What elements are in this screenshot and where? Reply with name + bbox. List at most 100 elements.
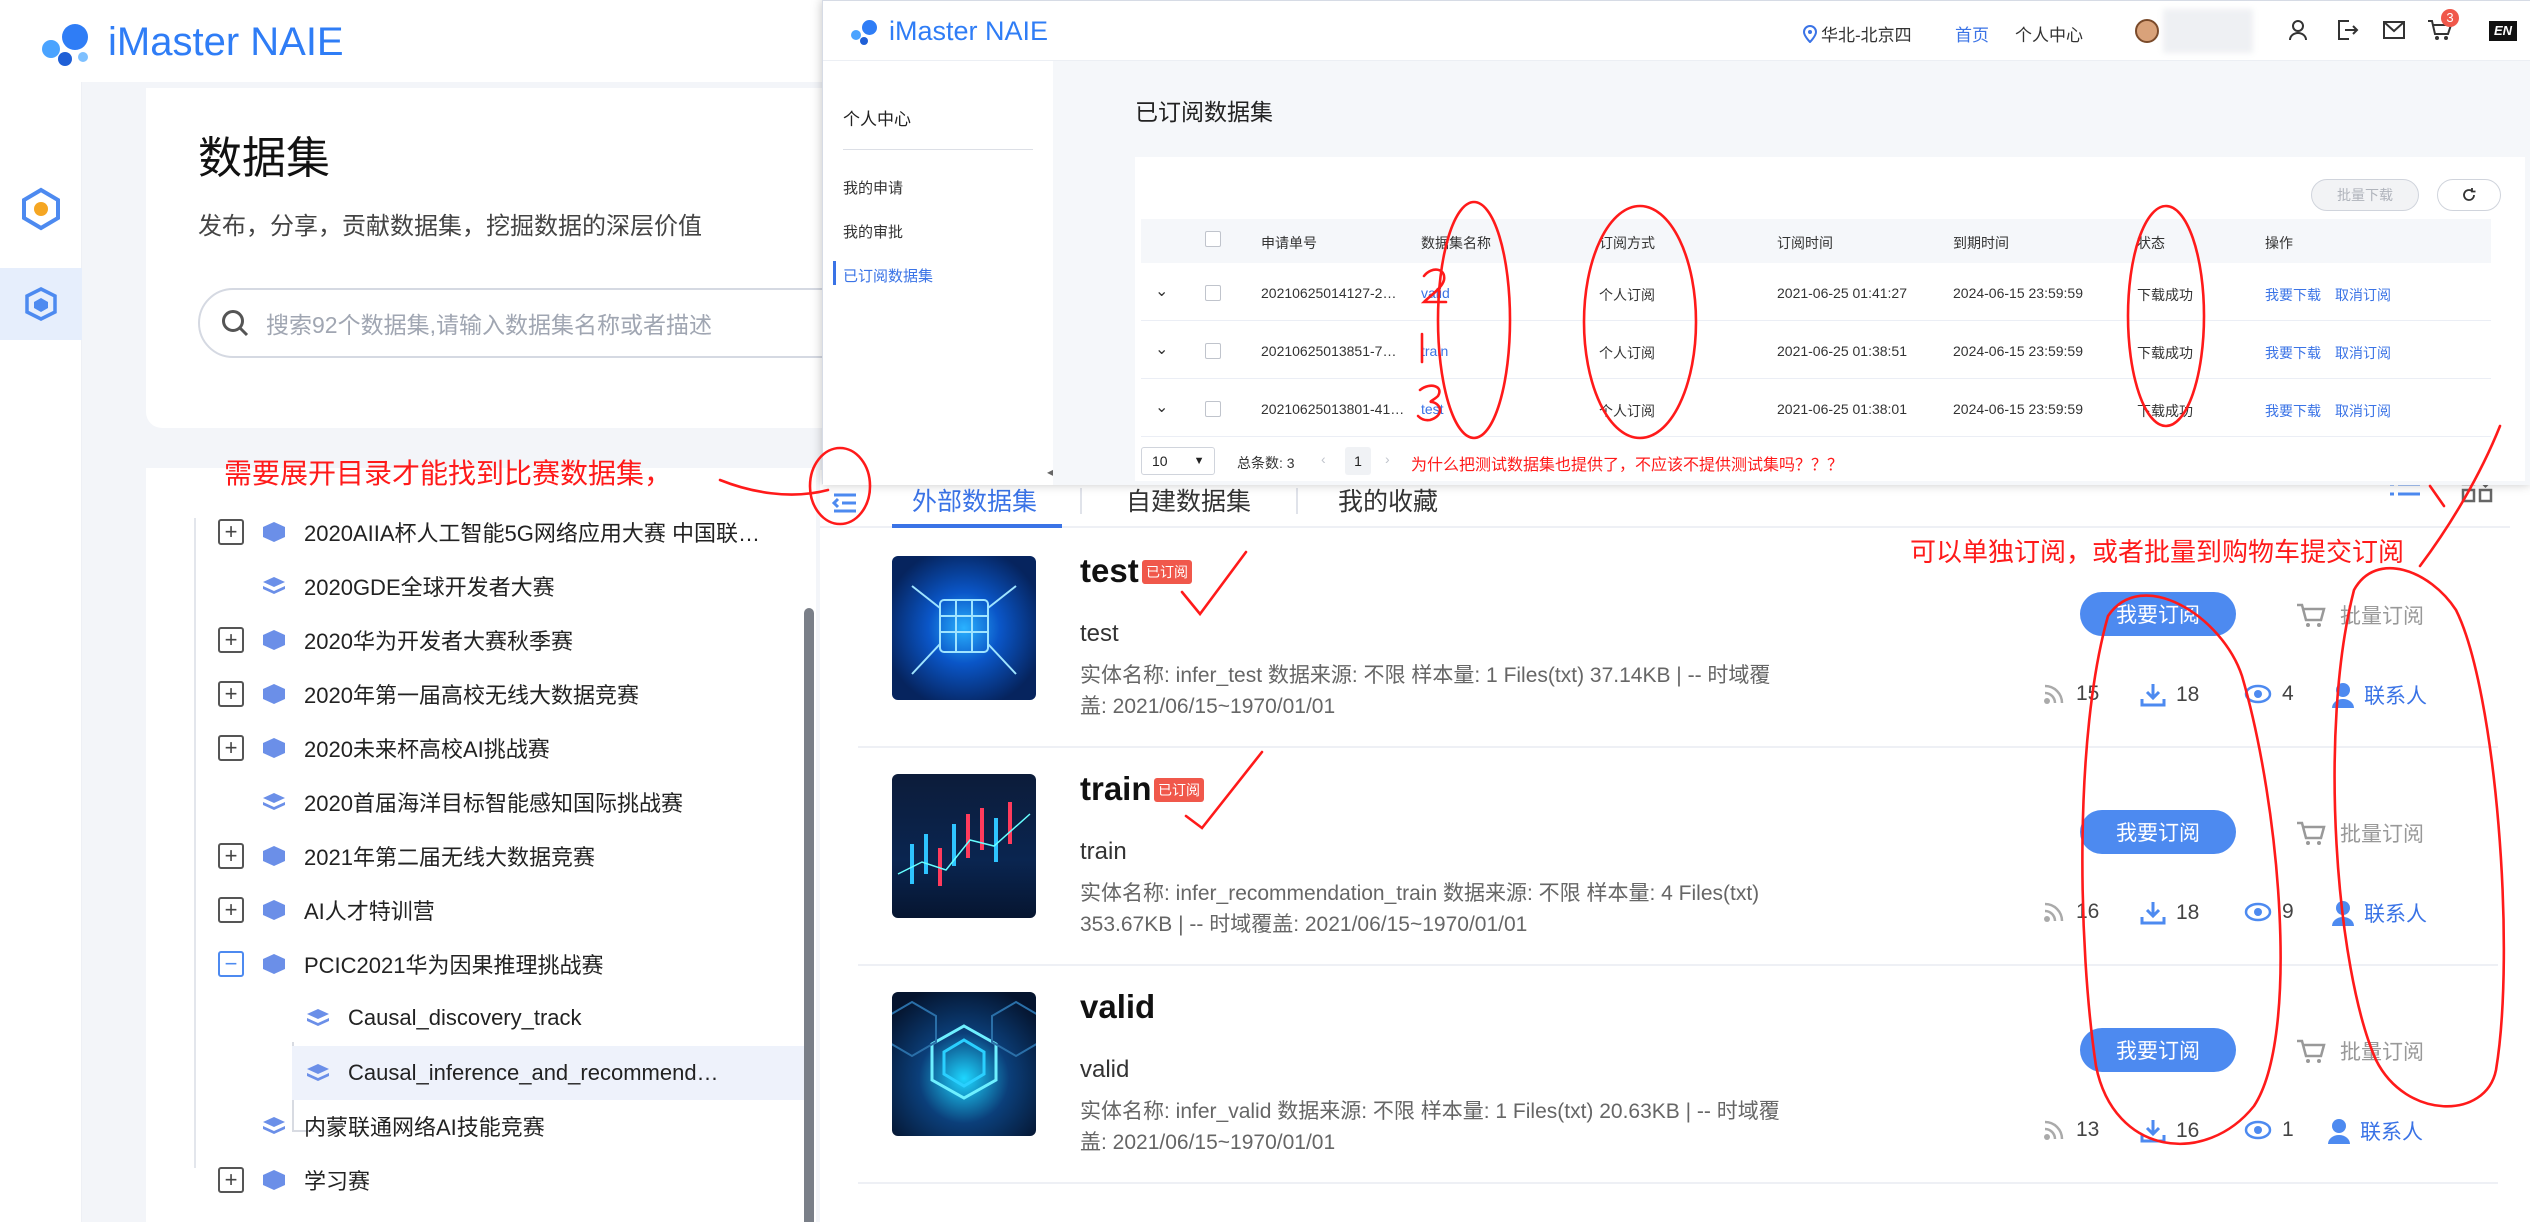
avatar[interactable] bbox=[2135, 19, 2159, 43]
language-switch[interactable]: EN bbox=[2489, 21, 2517, 41]
tree-item[interactable]: − PCIC2021华为因果推理挑战赛 bbox=[218, 940, 604, 988]
current-page[interactable]: 1 bbox=[1345, 447, 1371, 475]
select-all-checkbox[interactable] bbox=[1205, 231, 1221, 247]
contact-link[interactable]: 联系人 bbox=[2326, 1116, 2423, 1146]
tree-item[interactable]: 2020GDE全球开发者大赛 bbox=[262, 562, 555, 610]
batch-subscribe-button[interactable]: 批量订阅 bbox=[2296, 600, 2424, 630]
unsubscribe-link[interactable]: 取消订阅 bbox=[2335, 401, 2391, 421]
batch-download-button[interactable]: 批量下载 bbox=[2311, 179, 2419, 211]
expand-icon[interactable]: + bbox=[218, 1167, 244, 1193]
dataset-title[interactable]: test bbox=[1080, 552, 1139, 590]
tree-item[interactable]: +2020AIIA杯人工智能5G网络应用大赛 中国联… bbox=[218, 508, 760, 556]
feed-count: 16 bbox=[2042, 900, 2099, 924]
expand-icon[interactable]: + bbox=[218, 897, 244, 923]
tree-scrollbar[interactable] bbox=[804, 608, 814, 1222]
sidebar-item-subscribed-datasets[interactable]: 已订阅数据集 bbox=[843, 265, 933, 286]
page-size-select[interactable]: 10 ▼ bbox=[1141, 447, 1215, 475]
next-page-icon[interactable]: › bbox=[1385, 451, 1390, 467]
expand-icon[interactable]: + bbox=[218, 519, 244, 545]
contact-link[interactable]: 联系人 bbox=[2330, 898, 2427, 928]
folder-cube-icon bbox=[263, 900, 285, 920]
user-settings-icon[interactable] bbox=[2289, 19, 2311, 41]
overlay-brand-logo[interactable]: iMaster NAIE bbox=[849, 15, 1048, 47]
dataset-search-input[interactable]: 搜索92个数据集,请输入数据集名称或者描述 bbox=[198, 288, 898, 358]
tab-own-datasets[interactable]: 自建数据集 bbox=[1126, 482, 1251, 518]
expand-icon[interactable]: + bbox=[218, 681, 244, 707]
tree-item[interactable]: Causal_discovery_track bbox=[306, 994, 582, 1042]
subscribed-badge: 已订阅 bbox=[1142, 560, 1192, 584]
nav-personal-center[interactable]: 个人中心 bbox=[2015, 21, 2083, 46]
download-link[interactable]: 我要下载 bbox=[2265, 343, 2321, 363]
dataset-card[interactable]: train 已订阅 train 实体名称: infer_recommendati… bbox=[858, 748, 2498, 966]
dataset-name-link[interactable]: test bbox=[1421, 401, 1444, 417]
download-link[interactable]: 我要下载 bbox=[2265, 401, 2321, 421]
cart-icon bbox=[2297, 1039, 2326, 1063]
contact-link[interactable]: 联系人 bbox=[2330, 680, 2427, 710]
prev-page-icon[interactable]: ‹ bbox=[1321, 451, 1326, 467]
logout-icon[interactable] bbox=[2337, 19, 2359, 41]
unsubscribe-link[interactable]: 取消订阅 bbox=[2335, 285, 2391, 305]
tree-item[interactable]: + AI人才特训营 bbox=[218, 886, 435, 934]
collapse-icon[interactable]: − bbox=[218, 951, 244, 977]
rss-icon bbox=[2044, 1120, 2064, 1140]
tree-item[interactable]: 内蒙联通网络AI技能竞赛 bbox=[262, 1102, 545, 1150]
sidebar-item-my-approvals[interactable]: 我的审批 bbox=[843, 221, 903, 242]
expand-row-icon[interactable]: ⌄ bbox=[1155, 397, 1168, 417]
nav-home[interactable]: 首页 bbox=[1955, 21, 1989, 46]
person-icon bbox=[2332, 901, 2354, 926]
tree-item[interactable]: +2021年第二届无线大数据竞赛 bbox=[218, 832, 595, 880]
hexagon-icon bbox=[22, 187, 60, 231]
cart-count-badge: 3 bbox=[2441, 9, 2459, 27]
brand-logo[interactable]: iMaster NAIE bbox=[38, 14, 344, 70]
expand-row-icon[interactable]: ⌄ bbox=[1155, 339, 1168, 359]
tree-item[interactable]: +2020华为开发者大赛秋季赛 bbox=[218, 616, 573, 664]
batch-subscribe-button[interactable]: 批量订阅 bbox=[2296, 1036, 2424, 1066]
mail-icon[interactable] bbox=[2383, 21, 2405, 39]
header-name: 数据集名称 bbox=[1421, 235, 1491, 251]
tab-external-datasets[interactable]: 外部数据集 bbox=[912, 482, 1037, 518]
folder-cube-icon bbox=[263, 522, 285, 542]
tree-item[interactable]: +2020年第一届高校无线大数据竞赛 bbox=[218, 670, 639, 718]
folder-cube-icon bbox=[263, 738, 285, 758]
region-selector[interactable]: 华北-北京四 bbox=[1803, 21, 1912, 46]
annotation-subscribe: 可以单独订阅，或者批量到购物车提交订阅 bbox=[1910, 537, 2405, 567]
tab-favorites[interactable]: 我的收藏 bbox=[1338, 482, 1438, 518]
dataset-card[interactable]: valid valid 实体名称: infer_valid 数据来源: 不限 样… bbox=[858, 966, 2498, 1184]
unsubscribe-link[interactable]: 取消订阅 bbox=[2335, 343, 2391, 363]
subscribe-button[interactable]: 我要订阅 bbox=[2080, 810, 2236, 854]
tree-item[interactable]: +2020未来杯高校AI挑战赛 bbox=[218, 724, 550, 772]
batch-subscribe-button[interactable]: 批量订阅 bbox=[2296, 818, 2424, 848]
sidebar-item-my-applications[interactable]: 我的申请 bbox=[843, 177, 903, 198]
hexagon-image bbox=[892, 1000, 1036, 1100]
dataset-name-link[interactable]: valid bbox=[1421, 285, 1450, 301]
category-tree: +2020AIIA杯人工智能5G网络应用大赛 中国联… 2020GDE全球开发者… bbox=[146, 468, 816, 1222]
tree-item[interactable]: + 学习赛 bbox=[218, 1156, 370, 1204]
download-icon bbox=[2140, 902, 2166, 925]
overlay-navbar: iMaster NAIE 华北-北京四 首页 个人中心 3 EN bbox=[823, 1, 2530, 61]
collapse-tree-icon[interactable] bbox=[830, 488, 860, 518]
row-checkbox[interactable] bbox=[1205, 343, 1221, 359]
row-checkbox[interactable] bbox=[1205, 401, 1221, 417]
header-time: 订阅时间 bbox=[1777, 235, 1833, 251]
dataset-title[interactable]: train bbox=[1080, 770, 1152, 808]
page-title: 数据集 bbox=[198, 134, 330, 183]
rail-item-datasets[interactable] bbox=[0, 268, 82, 340]
expand-icon[interactable]: + bbox=[218, 627, 244, 653]
refresh-button[interactable] bbox=[2437, 179, 2501, 211]
tree-item[interactable]: 2020首届海洋目标智能感知国际挑战赛 bbox=[262, 778, 683, 826]
folder-cube-icon bbox=[263, 1170, 285, 1190]
subscribe-button[interactable]: 我要订阅 bbox=[2080, 1028, 2236, 1072]
rail-item-home[interactable] bbox=[14, 182, 68, 236]
eye-icon bbox=[2244, 684, 2272, 704]
download-link[interactable]: 我要下载 bbox=[2265, 285, 2321, 305]
subscribe-button[interactable]: 我要订阅 bbox=[2080, 592, 2236, 636]
expand-icon[interactable]: + bbox=[218, 843, 244, 869]
expand-icon[interactable]: + bbox=[218, 735, 244, 761]
expand-row-icon[interactable]: ⌄ bbox=[1155, 281, 1168, 301]
rss-icon bbox=[2044, 902, 2064, 922]
dataset-title[interactable]: valid bbox=[1080, 988, 1155, 1026]
row-checkbox[interactable] bbox=[1205, 285, 1221, 301]
dataset-name-link[interactable]: train bbox=[1421, 343, 1448, 359]
cart-icon bbox=[2297, 821, 2326, 845]
tree-item-selected[interactable]: Causal_inference_and_recommend… bbox=[292, 1046, 804, 1100]
